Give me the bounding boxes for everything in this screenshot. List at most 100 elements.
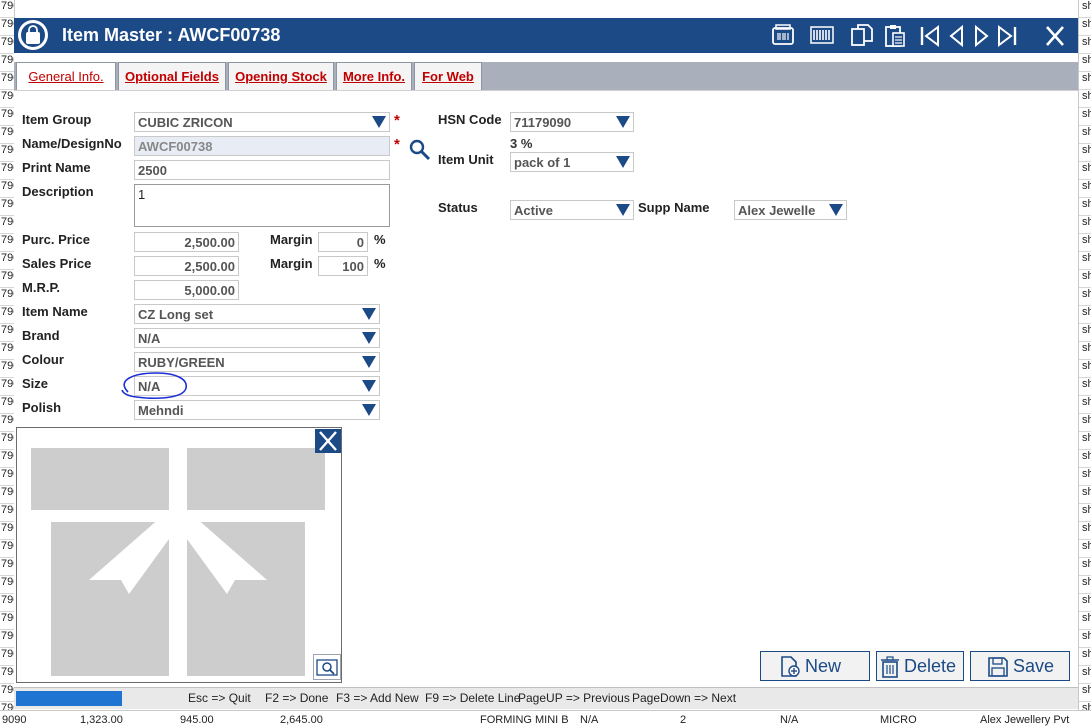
sheet-cell: 790 bbox=[0, 396, 14, 414]
sales-price-input[interactable]: 2,500.00 bbox=[134, 256, 239, 276]
sheet-cell: N/A bbox=[580, 714, 599, 726]
sheet-cell: sh bbox=[1079, 396, 1091, 414]
polish-dropdown[interactable]: Mehndi bbox=[134, 400, 380, 420]
sheet-cell: N/A bbox=[780, 714, 799, 726]
hotkey-hint: PageDown => Next bbox=[632, 691, 737, 705]
sheet-cell: 790 bbox=[0, 504, 14, 522]
copy-icon[interactable] bbox=[849, 23, 875, 49]
item-group-dropdown[interactable]: CUBIC ZRICON bbox=[134, 112, 390, 132]
paste-icon[interactable] bbox=[882, 23, 908, 49]
tab-optional-fields[interactable]: Optional Fields bbox=[118, 62, 226, 90]
sheet-cell: sh bbox=[1079, 432, 1091, 450]
chevron-down-icon bbox=[362, 404, 376, 416]
colour-label: Colour bbox=[22, 352, 64, 367]
sheet-cell: 790 bbox=[0, 180, 14, 198]
sheet-cell: sh bbox=[1079, 576, 1091, 594]
last-record-icon[interactable] bbox=[994, 23, 1020, 49]
tab-for-web[interactable]: For Web bbox=[414, 62, 482, 90]
sheet-cell: 790 bbox=[0, 252, 14, 270]
chevron-down-icon bbox=[616, 156, 630, 168]
sheet-cell: sh bbox=[1079, 72, 1091, 90]
mrp-input[interactable]: 5,000.00 bbox=[134, 280, 239, 300]
sheet-cell: sh bbox=[1079, 486, 1091, 504]
delete-button[interactable]: Delete bbox=[876, 651, 964, 681]
status-dropdown[interactable]: Active bbox=[510, 200, 634, 220]
colour-dropdown[interactable]: RUBY/GREEN bbox=[134, 352, 380, 372]
sheet-cell: 790 bbox=[0, 414, 14, 432]
sheet-cell: sh bbox=[1079, 342, 1091, 360]
sheet-cell: sh bbox=[1079, 198, 1091, 216]
sheet-cell: sh bbox=[1079, 360, 1091, 378]
purc-margin-input[interactable]: 0 bbox=[318, 232, 368, 252]
close-icon[interactable] bbox=[1042, 23, 1068, 49]
floppy-disk-icon bbox=[988, 657, 1008, 677]
sheet-cell: 790 bbox=[0, 306, 14, 324]
background-sheet-left-column: 7907907907907907907907907907907907907907… bbox=[0, 0, 15, 725]
sheet-cell: 790 bbox=[0, 54, 14, 72]
progress-bar bbox=[16, 691, 122, 706]
save-button[interactable]: Save bbox=[970, 651, 1070, 681]
hotkey-hint: F9 => Delete Line bbox=[425, 691, 521, 705]
sheet-cell: sh bbox=[1079, 414, 1091, 432]
sheet-cell: sh bbox=[1079, 216, 1091, 234]
chevron-down-icon bbox=[372, 116, 386, 128]
tax-rate-text: 3 % bbox=[510, 136, 533, 151]
tab-opening-stock[interactable]: Opening Stock bbox=[228, 62, 334, 90]
sheet-cell: Alex Jewellery Pvt bbox=[980, 714, 1070, 726]
sheet-cell: sh bbox=[1079, 540, 1091, 558]
sheet-cell: 790 bbox=[0, 630, 14, 648]
description-textarea[interactable]: 1 bbox=[134, 184, 390, 227]
mrp-label: M.R.P. bbox=[22, 280, 61, 295]
previous-record-icon[interactable] bbox=[944, 23, 970, 49]
supp-name-dropdown[interactable]: Alex Jewelle bbox=[734, 200, 847, 220]
sheet-cell: MICRO bbox=[880, 714, 917, 726]
tab-divider bbox=[14, 90, 1078, 91]
image-zoom-icon[interactable] bbox=[313, 654, 341, 680]
sheet-cell: sh bbox=[1079, 288, 1091, 306]
hotkey-hint: F2 => Done bbox=[265, 691, 329, 705]
hsn-code-dropdown[interactable]: 71179090 bbox=[510, 112, 634, 132]
barcode-icon[interactable] bbox=[809, 23, 835, 49]
sheet-cell: 790 bbox=[0, 216, 14, 234]
image-close-icon[interactable] bbox=[315, 429, 341, 453]
sheet-cell: 790 bbox=[0, 342, 14, 360]
sheet-cell: 790 bbox=[0, 468, 14, 486]
purc-price-input[interactable]: 2,500.00 bbox=[134, 232, 239, 252]
sheet-cell: 9090 bbox=[2, 714, 27, 726]
sheet-cell: sh bbox=[1079, 270, 1091, 288]
sales-margin-input[interactable]: 100 bbox=[318, 256, 368, 276]
percent-sign: % bbox=[374, 256, 386, 271]
sheet-cell: sh bbox=[1079, 378, 1091, 396]
sheet-cell: sh bbox=[1079, 0, 1091, 18]
print-name-input[interactable]: 2500 bbox=[134, 160, 390, 180]
next-record-icon[interactable] bbox=[968, 23, 994, 49]
name-design-no-input[interactable]: AWCF00738 bbox=[134, 136, 390, 156]
sheet-cell: 790 bbox=[0, 378, 14, 396]
sheet-cell: sh bbox=[1079, 558, 1091, 576]
barcode-print-icon[interactable] bbox=[770, 23, 796, 49]
brand-dropdown[interactable]: N/A bbox=[134, 328, 380, 348]
item-name-dropdown[interactable]: CZ Long set bbox=[134, 304, 380, 324]
sheet-cell: 2 bbox=[680, 714, 687, 726]
search-icon[interactable] bbox=[408, 138, 432, 162]
sheet-cell: sh bbox=[1079, 324, 1091, 342]
sheet-cell: sh bbox=[1079, 630, 1091, 648]
sheet-cell: sh bbox=[1079, 180, 1091, 198]
tab-general-info[interactable]: General Info. bbox=[16, 62, 116, 91]
item-name-label: Item Name bbox=[22, 304, 88, 319]
sheet-cell: 790 bbox=[0, 198, 14, 216]
item-unit-dropdown[interactable]: pack of 1 bbox=[510, 152, 634, 172]
sheet-cell: sh bbox=[1079, 90, 1091, 108]
new-button[interactable]: New bbox=[760, 651, 870, 681]
shopping-bag-icon bbox=[18, 20, 48, 50]
item-group-label: Item Group bbox=[22, 112, 92, 127]
hotkey-hint: PageUP => Previous bbox=[518, 691, 630, 705]
sheet-cell: sh bbox=[1079, 648, 1091, 666]
trash-icon bbox=[881, 656, 899, 678]
sheet-cell: sh bbox=[1079, 612, 1091, 630]
first-record-icon[interactable] bbox=[917, 23, 943, 49]
sheet-cell: 790 bbox=[0, 684, 14, 702]
chevron-down-icon bbox=[616, 204, 630, 216]
tab-more-info[interactable]: More Info. bbox=[336, 62, 412, 90]
sheet-cell: 790 bbox=[0, 144, 14, 162]
